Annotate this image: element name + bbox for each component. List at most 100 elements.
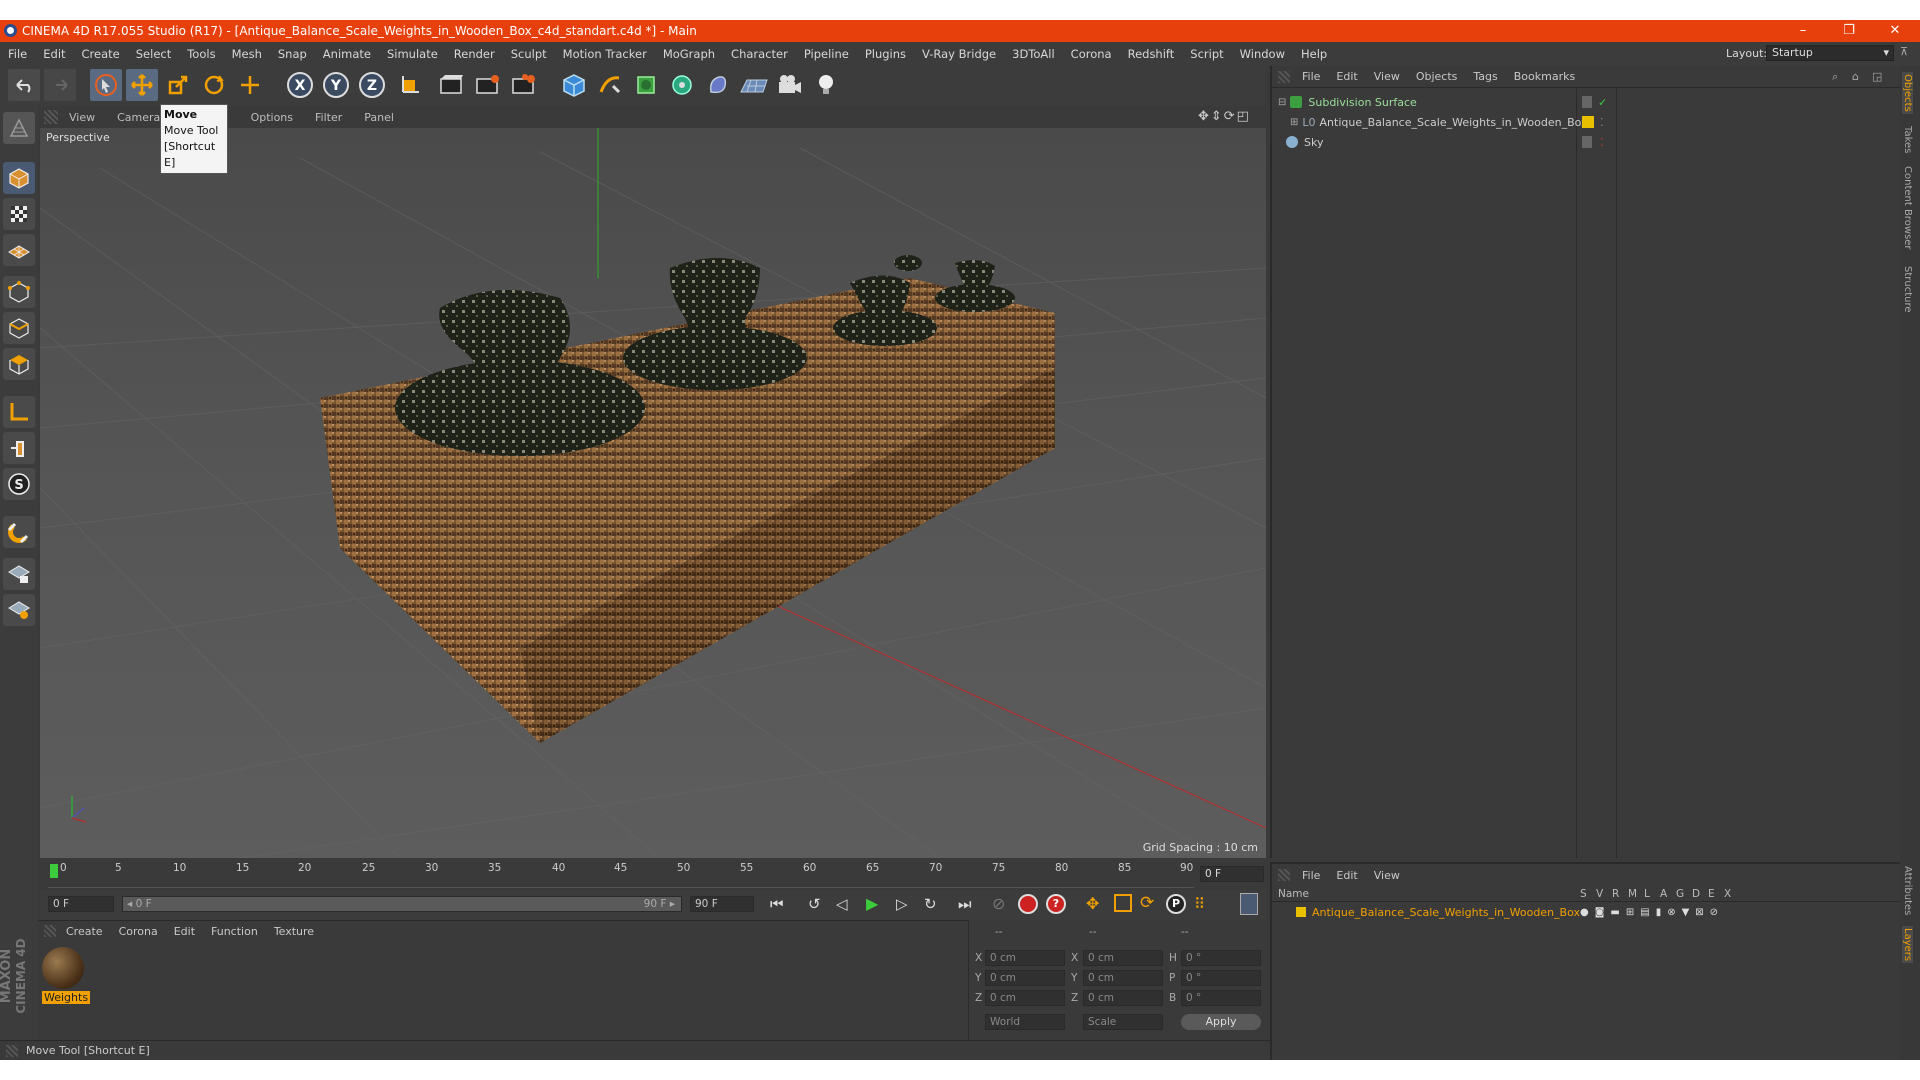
menu-select[interactable]: Select (128, 47, 179, 61)
redo-button[interactable] (44, 69, 76, 101)
tab-takes[interactable]: Takes (1902, 126, 1913, 153)
size-x-field[interactable]: 0 cm (1083, 950, 1163, 966)
key-param-icon[interactable]: P (1166, 894, 1186, 914)
tab-content-browser[interactable]: Content Browser (1902, 166, 1913, 249)
mat-menu-corona[interactable]: Corona (119, 925, 158, 938)
obj-menu-file[interactable]: File (1302, 70, 1320, 83)
render-view-button[interactable] (436, 69, 468, 101)
layer-row[interactable]: Antique_Balance_Scale_Weights_in_Wooden_… (1272, 904, 1872, 920)
step-back-icon[interactable]: ◁ (836, 895, 848, 913)
range-slider[interactable]: ◂ 0 F 90 F ▸ (122, 896, 682, 912)
layer-menu-file[interactable]: File (1302, 869, 1320, 882)
menu-help[interactable]: Help (1293, 47, 1335, 61)
end-frame-field[interactable]: 90 F (690, 896, 754, 912)
object-row-antique-box[interactable]: ⊞ L0 Antique_Balance_Scale_Weights_in_Wo… (1272, 112, 1872, 132)
obj-menu-bookmarks[interactable]: Bookmarks (1514, 70, 1575, 83)
layer-menu-edit[interactable]: Edit (1336, 869, 1357, 882)
tweak-mode-button[interactable] (3, 432, 35, 464)
menu-vray-bridge[interactable]: V-Ray Bridge (914, 47, 1004, 61)
edges-mode-button[interactable] (3, 312, 35, 344)
auto-key-icon[interactable]: ? (1046, 894, 1066, 914)
minimize-button[interactable]: – (1780, 20, 1826, 42)
lock-workplane-button[interactable] (3, 558, 35, 590)
transform-tool-button[interactable] (234, 69, 266, 101)
menu-edit[interactable]: Edit (35, 47, 73, 61)
menu-file[interactable]: File (0, 47, 35, 61)
make-editable-button[interactable] (3, 112, 35, 144)
cube-object-button[interactable] (558, 69, 590, 101)
obj-menu-view[interactable]: View (1374, 70, 1400, 83)
solo-mode-button[interactable]: S (3, 468, 35, 500)
key-pla-icon[interactable]: ⠿ (1194, 895, 1205, 913)
current-frame-field[interactable]: 0 F (1200, 866, 1264, 882)
tab-layers[interactable]: Layers (1902, 926, 1913, 964)
menu-sculpt[interactable]: Sculpt (503, 47, 555, 61)
menu-corona[interactable]: Corona (1063, 47, 1120, 61)
texture-mode-button[interactable] (3, 198, 35, 230)
layer-menu-view[interactable]: View (1374, 869, 1400, 882)
menu-mesh[interactable]: Mesh (224, 47, 270, 61)
key-rotation-icon[interactable]: ⟳ (1140, 893, 1154, 913)
motion-record-icon[interactable]: ⊘ (992, 894, 1005, 913)
x-axis-lock-button[interactable]: X (284, 69, 316, 101)
coordinate-system-button[interactable] (394, 69, 426, 101)
vp-menu-filter[interactable]: Filter (304, 111, 353, 124)
tab-attributes[interactable]: Attributes (1902, 866, 1913, 915)
camera-button[interactable] (774, 69, 806, 101)
obj-menu-objects[interactable]: Objects (1416, 70, 1458, 83)
menu-create[interactable]: Create (74, 47, 128, 61)
mat-menu-create[interactable]: Create (66, 925, 103, 938)
move-tool-button[interactable] (126, 69, 158, 101)
y-axis-lock-button[interactable]: Y (320, 69, 352, 101)
menu-simulate[interactable]: Simulate (379, 47, 446, 61)
floor-button[interactable] (738, 69, 770, 101)
mat-menu-texture[interactable]: Texture (274, 925, 314, 938)
home-icon[interactable]: ⌂ (1852, 70, 1859, 83)
playhead-marker[interactable] (50, 864, 58, 878)
enabled-check-icon[interactable]: ✓ (1598, 96, 1607, 109)
pin-icon[interactable]: ⊼ (1900, 45, 1908, 58)
live-selection-button[interactable] (90, 69, 122, 101)
red-dot-icon[interactable]: ⁚ (1600, 136, 1604, 149)
menu-pipeline[interactable]: Pipeline (796, 47, 857, 61)
pen-spline-button[interactable] (594, 69, 626, 101)
menu-window[interactable]: Window (1232, 47, 1293, 61)
maximize-button[interactable]: ❐ (1826, 20, 1872, 42)
visibility-dots[interactable]: ⁚ (1600, 116, 1604, 129)
visibility-dots[interactable] (1582, 136, 1592, 148)
search-icon[interactable]: ⌕ (1832, 70, 1838, 84)
polygons-mode-button[interactable] (3, 348, 35, 380)
menu-script[interactable]: Script (1182, 47, 1231, 61)
go-to-end-icon[interactable]: ⏭ (958, 895, 972, 913)
workplane-mode-button[interactable] (3, 234, 35, 266)
obj-menu-edit[interactable]: Edit (1336, 70, 1357, 83)
scale-tool-button[interactable] (162, 69, 194, 101)
subdivision-surface-button[interactable] (630, 69, 662, 101)
layer-color-swatch[interactable] (1582, 116, 1594, 128)
model-mode-button[interactable] (3, 162, 35, 194)
planar-workplane-button[interactable] (3, 594, 35, 626)
pos-y-field[interactable]: 0 cm (985, 970, 1065, 986)
apply-button[interactable]: Apply (1181, 1014, 1261, 1030)
menu-redshift[interactable]: Redshift (1120, 47, 1183, 61)
menu-character[interactable]: Character (723, 47, 796, 61)
vp-menu-view[interactable]: View (58, 111, 106, 124)
menu-motion-tracker[interactable]: Motion Tracker (555, 47, 655, 61)
cloner-button[interactable] (666, 69, 698, 101)
mat-menu-function[interactable]: Function (211, 925, 258, 938)
tab-structure[interactable]: Structure (1902, 266, 1913, 313)
obj-menu-tags[interactable]: Tags (1473, 70, 1497, 83)
rot-b-field[interactable]: 0 ° (1181, 990, 1261, 1006)
pos-x-field[interactable]: 0 cm (985, 950, 1065, 966)
play-icon[interactable]: ▶ (866, 894, 878, 913)
timeline-window-icon[interactable] (1240, 893, 1258, 915)
menu-animate[interactable]: Animate (315, 47, 379, 61)
undo-button[interactable] (8, 69, 40, 101)
rot-h-field[interactable]: 0 ° (1181, 950, 1261, 966)
scale-select[interactable]: Scale (1083, 1014, 1163, 1030)
expand-icon[interactable]: ⊟ (1278, 97, 1286, 108)
render-region-button[interactable] (472, 69, 504, 101)
prev-key-icon[interactable]: ↺ (808, 895, 821, 913)
start-frame-field[interactable]: 0 F (48, 896, 114, 912)
perspective-viewport[interactable]: Perspective Grid Spacing : 10 cm (40, 128, 1266, 858)
